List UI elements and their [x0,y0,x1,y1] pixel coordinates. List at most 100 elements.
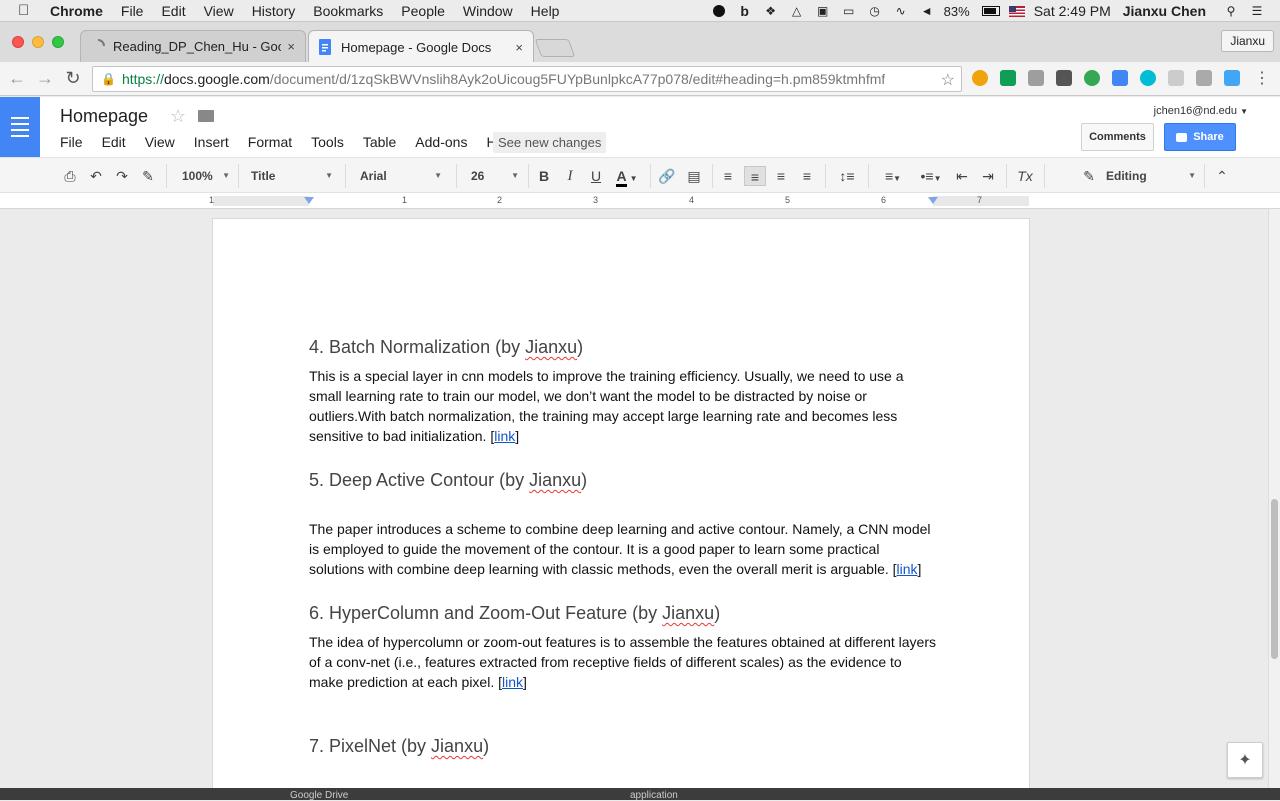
menu-help[interactable]: Help [531,3,560,19]
account-email[interactable]: jchen16@nd.edu ▼ [1154,105,1248,117]
paper-link[interactable]: link [494,428,515,444]
numbered-list-icon[interactable]: ≡▼ [876,166,910,186]
docs-menu-edit[interactable]: Edit [102,134,126,150]
text-color-button[interactable]: A ▼ [612,166,642,187]
menu-history[interactable]: History [252,3,296,19]
align-justify-icon[interactable]: ≡ [797,166,817,186]
document-page[interactable]: 4. Batch Normalization (by Jianxu) This … [213,219,1029,800]
docs-menu-addons[interactable]: Add-ons [415,134,467,150]
forward-icon[interactable]: → [34,68,56,89]
collapse-toolbar-icon[interactable]: ⌃ [1212,166,1232,186]
menu-people[interactable]: People [401,3,445,19]
extension-icon[interactable] [1168,70,1184,86]
lock-icon[interactable]: 🔒 [101,72,116,86]
dropbox-icon[interactable]: ❖ [762,4,780,18]
cast-icon[interactable] [1196,70,1212,86]
flag-icon[interactable] [1008,4,1026,18]
tab-close-icon[interactable]: × [515,40,523,55]
vertical-scrollbar[interactable] [1268,209,1280,800]
font-size-select[interactable]: 26 ▼ [471,166,519,186]
line-spacing-icon[interactable]: ↕≡ [832,166,862,186]
docs-menu-table[interactable]: Table [363,134,396,150]
dock-item[interactable]: application [630,790,678,801]
bulleted-list-icon[interactable]: •≡▼ [914,166,948,186]
menu-window[interactable]: Window [463,3,513,19]
section-heading[interactable]: 4. Batch Normalization (by Jianxu) [309,337,937,358]
star-icon[interactable]: ☆ [170,106,186,127]
section-heading[interactable]: 7. PixelNet (by Jianxu) [309,736,937,757]
menu-bookmarks[interactable]: Bookmarks [313,3,383,19]
menu-file[interactable]: File [121,3,144,19]
document-content[interactable]: 4. Batch Normalization (by Jianxu) This … [309,337,937,765]
menu-chrome[interactable]: Chrome [50,3,103,19]
wifi-icon[interactable]: ∿ [892,4,910,18]
maximize-window-button[interactable] [52,36,64,48]
clock[interactable]: Sat 2:49 PM [1034,3,1111,19]
share-button[interactable]: Share [1164,123,1236,151]
section-body[interactable]: This is a special layer in cnn models to… [309,366,937,446]
decrease-indent-icon[interactable]: ⇤ [952,166,972,186]
docs-menu-format[interactable]: Format [248,134,292,150]
battery-icon[interactable] [981,4,1000,18]
align-center-icon[interactable]: ≡ [744,166,766,186]
docs-menu-insert[interactable]: Insert [194,134,229,150]
extension-icon[interactable] [1084,70,1100,86]
new-tab-button[interactable] [534,39,576,57]
chrome-menu-icon[interactable]: ⋮ [1254,68,1270,88]
print-icon[interactable]: ⎙ [60,166,80,186]
redo-icon[interactable]: ↷ [112,166,132,186]
comments-button[interactable]: Comments [1081,123,1154,151]
dock-item[interactable]: Google Drive [290,790,348,801]
menu-view[interactable]: View [204,3,234,19]
paper-link[interactable]: link [897,561,918,577]
section-heading[interactable]: 6. HyperColumn and Zoom-Out Feature (by … [309,603,937,624]
clear-formatting-button[interactable]: Tx [1014,166,1036,186]
paper-link[interactable]: link [502,674,523,690]
profile-button[interactable]: Jianxu [1221,30,1274,52]
back-icon[interactable]: ← [6,68,28,89]
close-window-button[interactable] [12,36,24,48]
font-select[interactable]: Arial ▼ [360,166,442,186]
link-icon[interactable]: 🔗 [656,166,678,186]
increase-indent-icon[interactable]: ⇥ [978,166,998,186]
user-name[interactable]: Jianxu Chen [1123,3,1206,19]
folder-icon[interactable] [198,110,214,122]
reload-icon[interactable]: ↻ [62,68,84,89]
explore-icon[interactable]: ✦ [1227,742,1263,778]
extension-icon[interactable] [1000,70,1016,86]
section-heading[interactable]: 5. Deep Active Contour (by Jianxu) [309,470,937,491]
align-left-icon[interactable]: ≡ [718,166,738,186]
right-indent-marker[interactable] [928,197,938,204]
extension-icon[interactable] [1224,70,1240,86]
scrollbar-thumb[interactable] [1271,499,1278,659]
minimize-window-button[interactable] [32,36,44,48]
undo-icon[interactable]: ↶ [86,166,106,186]
extension-icon[interactable] [1056,70,1072,86]
volume-icon[interactable]: ◄ [918,4,936,18]
style-select[interactable]: Title ▼ [251,166,333,186]
align-right-icon[interactable]: ≡ [771,166,791,186]
docs-menu-view[interactable]: View [145,134,175,150]
extension-icon[interactable] [972,70,988,86]
tab-reading[interactable]: Reading_DP_Chen_Hu - Goog × [80,30,306,62]
see-new-changes-button[interactable]: See new changes [493,132,607,153]
italic-button[interactable]: I [560,166,580,186]
section-body[interactable]: The idea of hypercolumn or zoom-out feat… [309,632,937,692]
docs-menu-tools[interactable]: Tools [311,134,344,150]
notification-center-icon[interactable]: ☰ [1248,4,1266,18]
extension-icon[interactable] [1140,70,1156,86]
time-machine-icon[interactable]: ◷ [866,4,884,18]
underline-button[interactable]: U [586,166,606,186]
chat-bubble-icon[interactable] [710,4,728,18]
apple-icon[interactable]:  [18,2,40,19]
tab-close-icon[interactable]: × [287,39,295,54]
extension-icon[interactable] [1028,70,1044,86]
pencil-icon[interactable]: ✎ [1080,166,1098,186]
tab-homepage[interactable]: Homepage - Google Docs × [308,30,534,63]
menu-edit[interactable]: Edit [161,3,185,19]
docs-home-icon[interactable] [0,97,40,157]
comment-icon[interactable]: ▤ [684,166,704,186]
airplay-icon[interactable]: ▭ [840,4,858,18]
editing-mode-select[interactable]: Editing ▼ [1106,166,1196,186]
bold-button[interactable]: B [534,166,554,186]
